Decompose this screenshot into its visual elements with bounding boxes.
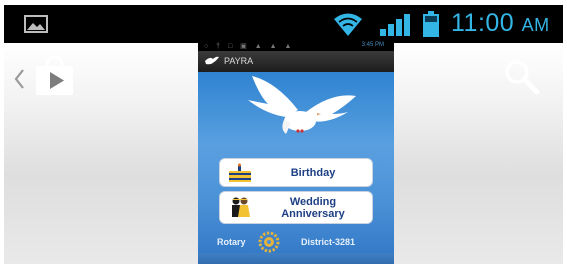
app-screenshot-preview[interactable]: ○ † □ ▣ ▲ ▲ ▲ 3:45 PM PAYRA Birthday Wed…	[198, 41, 394, 264]
wedding-label-line1: Wedding	[289, 195, 337, 208]
screen-frame: 11:00 AM ○ † □ ▣ ▲ ▲ ▲ 3:45 PM PAYRA Bir…	[4, 5, 563, 264]
birthday-cake-icon	[229, 163, 251, 182]
battery-icon	[423, 11, 439, 37]
preview-status-icons: ○ † □ ▣ ▲ ▲ ▲	[204, 43, 295, 50]
birthday-button-label: Birthday	[290, 166, 336, 179]
anniversary-label-line2: Anniversary	[281, 207, 345, 220]
preview-status-bar: ○ † □ ▣ ▲ ▲ ▲ 3:45 PM	[198, 41, 394, 51]
preview-app-title: PAYRA	[224, 56, 254, 66]
image-icon	[24, 15, 48, 33]
wedding-anniversary-label: Wedding Anniversary	[258, 192, 368, 223]
preview-status-time: 3:45 PM	[361, 42, 384, 48]
rotary-wheel-icon	[258, 231, 280, 253]
status-clock: 11:00 AM	[451, 9, 550, 38]
dove-icon	[248, 76, 356, 134]
district-text: District-3281	[301, 237, 356, 247]
back-arrow-icon[interactable]	[13, 68, 25, 90]
wedding-anniversary-button[interactable]: Wedding Anniversary	[219, 191, 373, 224]
status-bar: 11:00 AM	[4, 5, 563, 43]
rotary-text: Rotary	[217, 237, 246, 247]
preview-body: Birthday Wedding Anniversary Rotary Dist…	[198, 72, 394, 264]
clock-ampm: AM	[521, 15, 550, 35]
dove-logo-icon	[205, 56, 219, 65]
wedding-anniversary-label-text: Wedding Anniversary	[281, 196, 345, 220]
preview-title-bar: PAYRA	[198, 51, 394, 72]
preview-nav-bar	[198, 253, 394, 264]
couple-icon	[232, 197, 250, 217]
signal-icon	[380, 14, 410, 36]
wifi-icon	[334, 13, 362, 36]
birthday-button[interactable]: Birthday	[219, 158, 373, 187]
play-store-icon[interactable]	[32, 55, 77, 97]
clock-time: 11:00	[451, 9, 515, 37]
search-icon[interactable]	[502, 57, 542, 97]
